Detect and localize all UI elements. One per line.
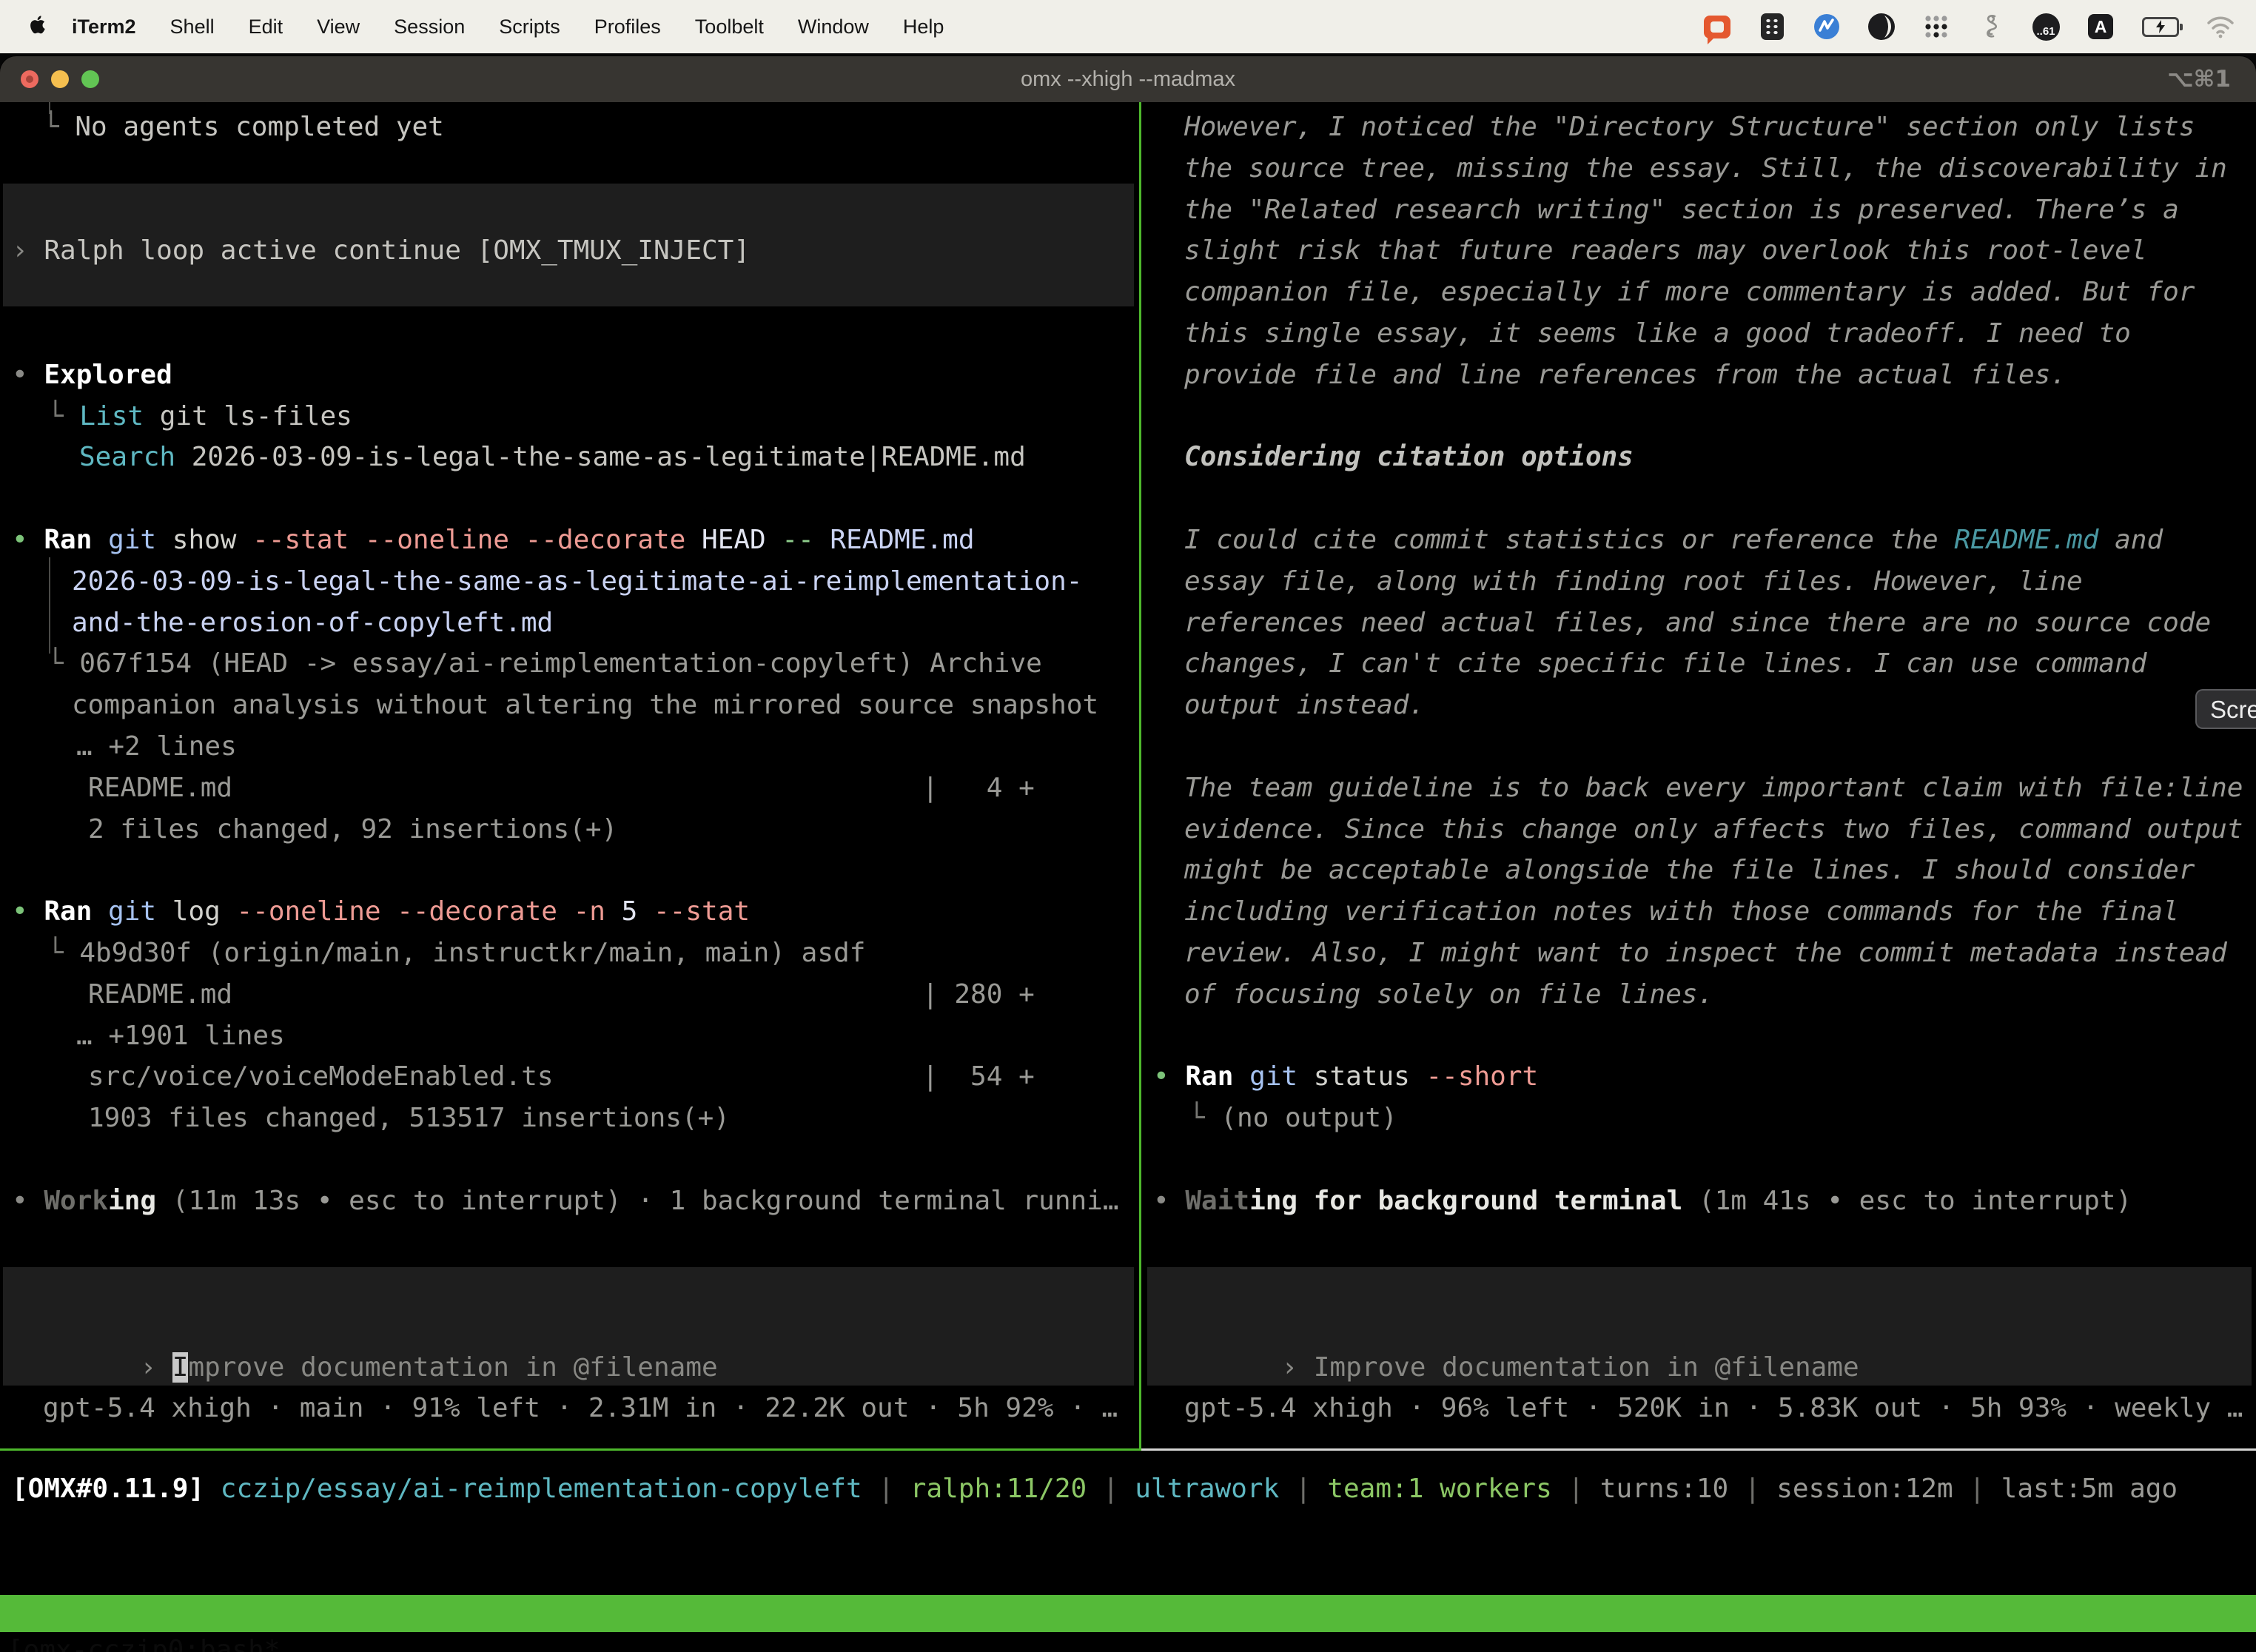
- squiggle-icon[interactable]: [1976, 12, 2006, 41]
- reasoning-text-line: The team guideline is to back every impo…: [1184, 768, 2243, 809]
- left-pane[interactable]: └ No agents completed yet › Ralph loop a…: [0, 102, 1139, 1448]
- reasoning-text-line: including verification notes with those …: [1184, 891, 2179, 933]
- command-arg-line: and-the-erosion-of-copyleft.md: [72, 602, 553, 644]
- right-session-stats: gpt-5.4 xhigh · 96% left · 520K in · 5.8…: [1184, 1388, 2243, 1429]
- reasoning-text-line: of focusing solely on file lines.: [1184, 974, 1713, 1015]
- reasoning-text-line: output instead.: [1184, 685, 1425, 726]
- reasoning-text-line: references need actual files, and since …: [1184, 602, 2211, 644]
- reasoning-text-line: review. Also, I might want to inspect th…: [1184, 933, 2227, 974]
- battery-icon[interactable]: [2141, 12, 2181, 41]
- reasoning-text-line: changes, I can't cite specific file line…: [1184, 643, 2146, 685]
- a-key-icon[interactable]: A: [2086, 12, 2115, 41]
- ran-git-show-line: • Ran git show --stat --oneline --decora…: [12, 520, 975, 561]
- badge-61-icon[interactable]: ..61: [2031, 12, 2061, 41]
- menu-item-iterm2[interactable]: iTerm2: [55, 16, 153, 38]
- keypad-shield-icon[interactable]: [1757, 12, 1787, 41]
- diffstat-line: README.md | 280 +: [88, 974, 1035, 1015]
- search-tool-line: Search 2026-03-09-is-legal-the-same-as-l…: [79, 437, 1026, 478]
- window-title: omx --xhigh --madmax: [0, 56, 2256, 102]
- prompt-chevron-icon: ›: [1281, 1352, 1313, 1383]
- diffstat-summary-line: 1903 files changed, 513517 insertions(+): [88, 1098, 730, 1139]
- no-output-line: └ (no output): [1189, 1098, 1397, 1139]
- ran-git-status-line: • Ran git status --short: [1153, 1056, 1538, 1098]
- menu-item-help[interactable]: Help: [886, 16, 961, 38]
- dots-grid-icon[interactable]: [1921, 12, 1951, 41]
- menu-item-view[interactable]: View: [300, 16, 377, 38]
- explored-header: • Explored: [12, 355, 172, 396]
- reasoning-text-line: might be acceptable alongside the file l…: [1184, 850, 2195, 891]
- title-bar[interactable]: omx --xhigh --madmax ⌥⌘1: [0, 56, 2256, 102]
- menu-item-profiles[interactable]: Profiles: [577, 16, 678, 38]
- window-shortcut-badge: ⌥⌘1: [2167, 56, 2231, 102]
- diffstat-summary-line: 2 files changed, 92 insertions(+): [88, 809, 617, 850]
- badge-61-label: ..61: [2032, 13, 2060, 41]
- menu-bar: iTerm2 Shell Edit View Session Scripts P…: [0, 0, 2256, 53]
- a-key-label: A: [2088, 14, 2113, 39]
- left-session-stats: gpt-5.4 xhigh · main · 91% left · 2.31M …: [43, 1388, 1118, 1429]
- left-prompt-input[interactable]: › Improve documentation in @filename: [12, 1306, 718, 1347]
- terminal-content[interactable]: └ No agents completed yet › Ralph loop a…: [0, 102, 2256, 1652]
- dark-crescent-icon[interactable]: [1867, 12, 1896, 41]
- iterm2-window: omx --xhigh --madmax ⌥⌘1 └ No agents com…: [0, 56, 2256, 1652]
- omx-status-line: [OMX#0.11.9] cczip/essay/ai-reimplementa…: [12, 1468, 2178, 1510]
- reasoning-text-line: However, I noticed the "Directory Struct…: [1184, 107, 2195, 148]
- reasoning-text-line: companion file, especially if more comme…: [1184, 272, 2195, 313]
- diffstat-line: README.md | 4 +: [88, 768, 1035, 809]
- wifi-icon[interactable]: [2206, 12, 2235, 41]
- menu-item-toolbelt[interactable]: Toolbelt: [678, 16, 781, 38]
- reasoning-text-line: provide file and line references from th…: [1184, 355, 2067, 396]
- menu-item-shell[interactable]: Shell: [153, 16, 232, 38]
- menu-item-edit[interactable]: Edit: [232, 16, 301, 38]
- commit-output-line: └ 067f154 (HEAD -> essay/ai-reimplementa…: [47, 643, 1042, 685]
- diffstat-line: src/voice/voiceModeEnabled.ts | 54 +: [88, 1056, 1035, 1098]
- prompt-chevron-icon: ›: [140, 1352, 172, 1383]
- elided-lines-note: … +2 lines: [76, 726, 237, 768]
- prompt-placeholder: mprove documentation in @filename: [188, 1352, 717, 1383]
- tmux-status-bar: [omx-cczip0:bash* "MacBook-Pro-44.local"…: [0, 1595, 2256, 1632]
- reasoning-text-line: this single essay, it seems like a good …: [1184, 313, 2131, 355]
- tree-guide: [49, 557, 50, 654]
- list-tool-line: └ List git ls-files: [47, 396, 352, 437]
- waiting-status-line: • Waiting for background terminal (1m 41…: [1153, 1181, 2132, 1222]
- reasoning-text-line: the "Related research writing" section i…: [1184, 189, 2179, 231]
- reasoning-text-line: essay file, along with finding root file…: [1184, 561, 2083, 602]
- reasoning-text-line: evidence. Since this change only affects…: [1184, 809, 2243, 850]
- right-prompt-input[interactable]: › Improve documentation in @filename: [1153, 1306, 1859, 1347]
- commit-output-line: companion analysis without altering the …: [72, 685, 1098, 726]
- apple-menu[interactable]: [28, 14, 46, 40]
- elided-lines-note: … +1901 lines: [76, 1015, 285, 1057]
- reasoning-section-heading: Considering citation options: [1184, 437, 1634, 478]
- menu-item-session[interactable]: Session: [377, 16, 482, 38]
- commit-output-line: └ 4b9d30f (origin/main, instructkr/main,…: [47, 933, 865, 974]
- working-status-line: • Working (11m 13s • esc to interrupt) ·…: [12, 1181, 1119, 1222]
- reasoning-text-line: slight risk that future readers may over…: [1184, 230, 2146, 272]
- reasoning-text-line: the source tree, missing the essay. Stil…: [1184, 148, 2227, 189]
- menubar-status-icons: ..61 A: [1702, 12, 2256, 41]
- tmux-session-label[interactable]: [omx-cczip0:bash*: [7, 1632, 280, 1652]
- apple-icon: [28, 14, 46, 40]
- reasoning-text-line: I could cite commit statistics or refere…: [1184, 520, 2163, 561]
- chat-bubble-icon[interactable]: [1702, 12, 1732, 41]
- ralph-loop-line: › Ralph loop active continue [OMX_TMUX_I…: [12, 230, 750, 272]
- text-cursor: I: [172, 1352, 189, 1383]
- blue-bolt-icon[interactable]: [1812, 12, 1842, 41]
- menu-item-scripts[interactable]: Scripts: [482, 16, 577, 38]
- right-pane-bottom-border: [1141, 1448, 2256, 1451]
- prompt-placeholder: Improve documentation in @filename: [1314, 1352, 1859, 1383]
- command-arg-line: 2026-03-09-is-legal-the-same-as-legitima…: [72, 561, 1082, 602]
- right-pane[interactable]: However, I noticed the "Directory Struct…: [1141, 102, 2256, 1448]
- screen-tooltip: Scre: [2195, 689, 2256, 729]
- left-pane-bottom-border: [0, 1448, 1139, 1451]
- ran-git-log-line: • Ran git log --oneline --decorate -n 5 …: [12, 891, 750, 933]
- agents-status-line: └ No agents completed yet: [43, 107, 444, 148]
- menu-item-window[interactable]: Window: [781, 16, 886, 38]
